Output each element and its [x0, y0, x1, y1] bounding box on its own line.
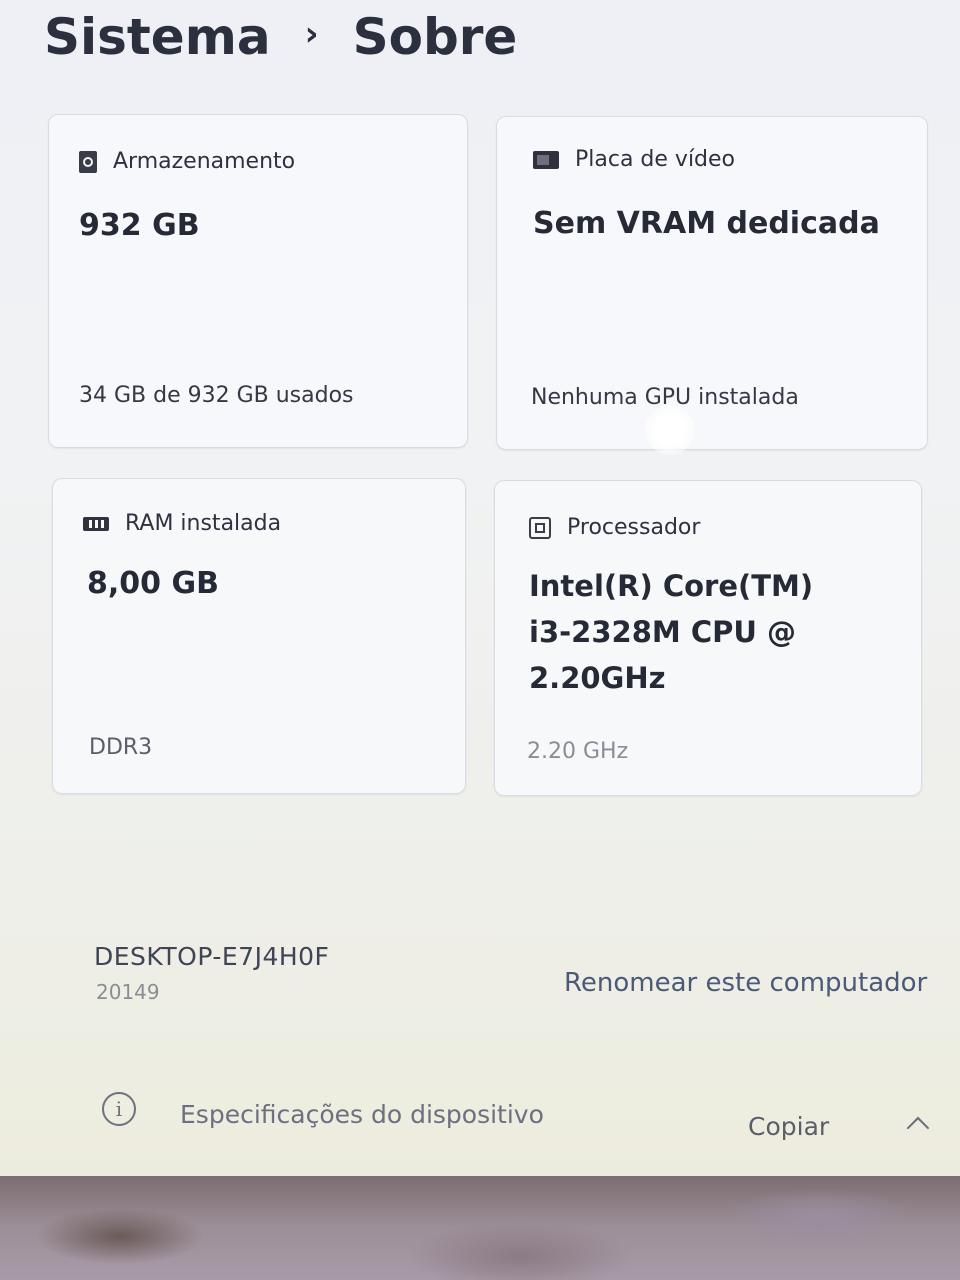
ram-card-title: RAM instalada	[125, 511, 282, 536]
ram-card: RAM instalada 8,00 GB DDR3	[52, 478, 466, 794]
cpu-card-title: Processador	[567, 515, 701, 540]
breadcrumb-parent[interactable]: Sistema	[44, 8, 271, 66]
gpu-card-header: Placa de vídeo	[533, 147, 735, 172]
info-icon: i	[102, 1092, 136, 1126]
gpu-value: Sem VRAM dedicada	[533, 206, 880, 241]
cpu-card-header: Processador	[529, 515, 700, 540]
storage-icon	[79, 150, 97, 173]
rename-computer-button[interactable]: Renomear este computador	[564, 968, 927, 998]
device-name: DESKTOP-E7J4H0F	[94, 942, 330, 971]
storage-card-title: Armazenamento	[113, 149, 296, 174]
cpu-icon	[529, 516, 551, 539]
cpu-card: Processador Intel(R) Core(TM) i3-2328M C…	[494, 480, 922, 796]
cpu-value-line: i3-2328M CPU @	[529, 615, 797, 649]
breadcrumb: Sistema › Sobre	[44, 8, 517, 66]
cpu-value-line: 2.20GHz	[529, 661, 666, 695]
ram-card-header: RAM instalada	[83, 511, 281, 536]
breadcrumb-separator: ›	[304, 14, 319, 54]
storage-detail: 34 GB de 932 GB usados	[79, 383, 354, 408]
storage-card: Armazenamento 932 GB 34 GB de 932 GB usa…	[48, 114, 468, 448]
cpu-value-line: Intel(R) Core(TM)	[529, 569, 814, 603]
storage-value: 932 GB	[79, 208, 200, 243]
desktop-wallpaper	[0, 1176, 960, 1280]
cpu-value: Intel(R) Core(TM) i3-2328M CPU @ 2.20GHz	[529, 563, 813, 701]
chevron-up-icon[interactable]	[906, 1116, 930, 1140]
gpu-detail: Nenhuma GPU instalada	[531, 385, 799, 410]
ram-value: 8,00 GB	[87, 566, 219, 601]
gpu-icon	[533, 150, 559, 169]
device-id: 20149	[96, 980, 160, 1004]
ram-detail: DDR3	[89, 735, 153, 760]
copy-button[interactable]: Copiar	[748, 1112, 829, 1141]
cpu-detail: 2.20 GHz	[527, 739, 629, 764]
storage-card-header: Armazenamento	[79, 149, 295, 174]
gpu-card-title: Placa de vídeo	[575, 147, 736, 172]
device-specifications-header[interactable]: Especificações do dispositivo	[180, 1100, 544, 1129]
ram-icon	[83, 516, 109, 531]
page-title: Sobre	[352, 8, 518, 66]
gpu-card: Placa de vídeo Sem VRAM dedicada Nenhuma…	[496, 116, 928, 450]
